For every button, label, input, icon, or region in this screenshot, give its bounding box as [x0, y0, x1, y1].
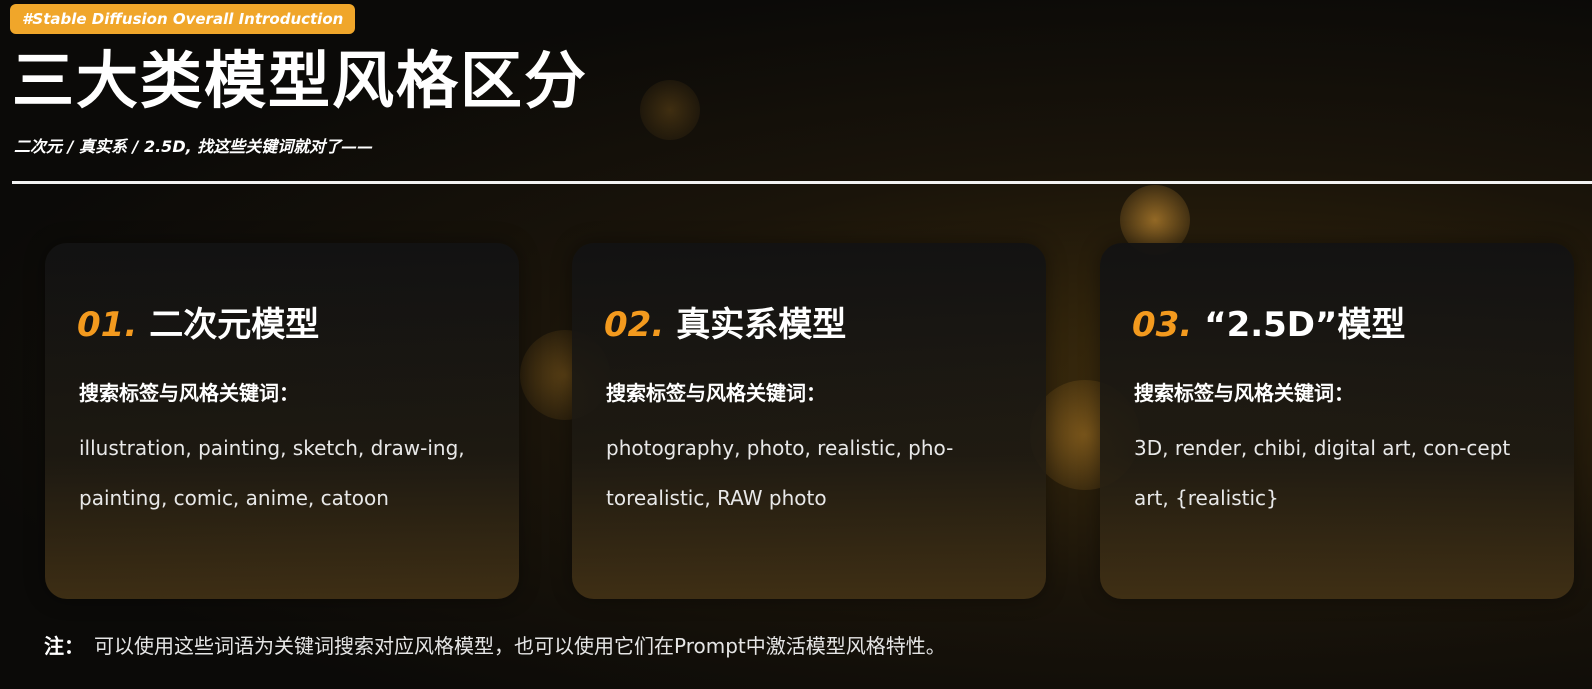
card-heading: 02. 真实系模型	[604, 297, 846, 346]
card-number: 03.	[1132, 305, 1193, 345]
card-keyword-label: 搜索标签与风格关键词：	[1134, 381, 1354, 405]
card-anime-model: 01. 二次元模型 搜索标签与风格关键词： illustration, paint…	[45, 243, 519, 599]
section-tag: #Stable Diffusion Overall Introduction	[10, 4, 356, 34]
card-keyword-label: 搜索标签与风格关键词：	[606, 381, 826, 405]
card-heading: 03. “2.5D”模型	[1132, 297, 1405, 346]
card-number: 02.	[604, 305, 665, 345]
card-keywords: photography, photo, realistic, pho-torea…	[606, 436, 954, 510]
bokeh-light	[640, 80, 700, 140]
page-title: 三大类模型风格区分	[12, 44, 589, 117]
card-heading: 01. 二次元模型	[77, 297, 319, 346]
footnote-text: 可以使用这些词语为关键词搜索对应风格模型，也可以使用它们在Prompt中激活模型…	[94, 634, 946, 658]
card-keyword-label: 搜索标签与风格关键词：	[79, 381, 299, 405]
card-keywords: illustration, painting, sketch, draw-ing…	[79, 436, 465, 510]
footnote-mark: 注：	[44, 634, 84, 658]
card-realistic-model: 02. 真实系模型 搜索标签与风格关键词： photography, photo,…	[572, 243, 1046, 599]
page-subtitle: 二次元 / 真实系 / 2.5D, 找这些关键词就对了——	[14, 137, 374, 156]
card-keywords: 3D, render, chibi, digital art, con-cept…	[1134, 436, 1511, 510]
card-title: 二次元模型	[149, 305, 320, 345]
card-title: 真实系模型	[676, 305, 847, 345]
card-title: “2.5D”模型	[1204, 305, 1406, 345]
card-number: 01.	[77, 305, 138, 345]
header-divider	[12, 181, 1592, 184]
card-2-5d-model: 03. “2.5D”模型 搜索标签与风格关键词： 3D, render, chib…	[1100, 243, 1574, 599]
footnote: 注： 可以使用这些词语为关键词搜索对应风格模型，也可以使用它们在Prompt中激活…	[44, 630, 946, 659]
